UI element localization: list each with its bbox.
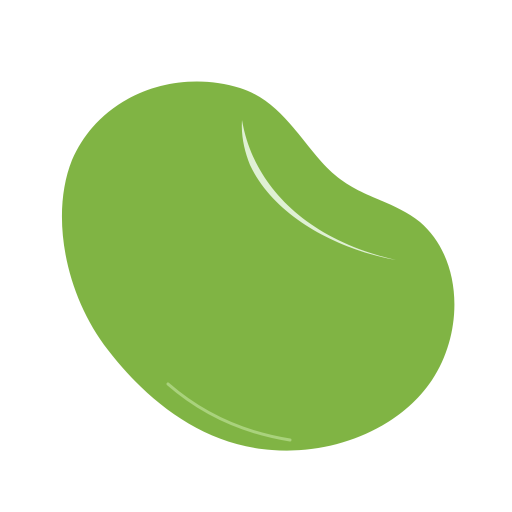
illustration-canvas xyxy=(0,0,512,512)
jelly-bean-icon xyxy=(61,81,455,451)
bean-body xyxy=(61,81,455,451)
